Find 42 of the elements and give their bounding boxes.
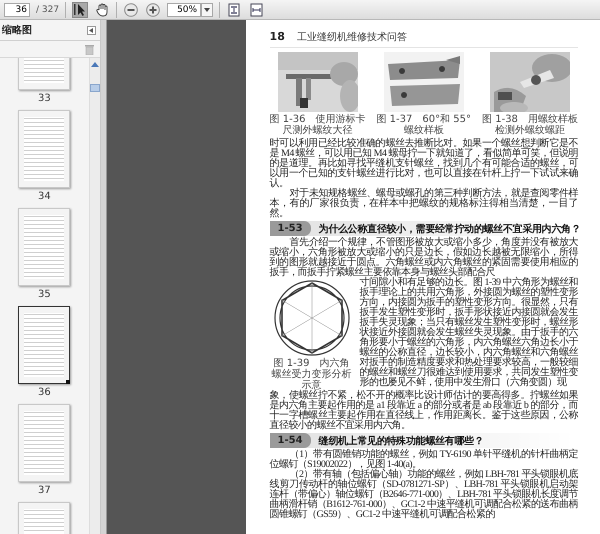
page-number: 18 — [270, 30, 285, 43]
figure-caption: 图 1-36 使用游标卡尺测外螺纹大径 — [270, 114, 366, 136]
hand-tool-button[interactable] — [94, 2, 110, 18]
zoom-out-button[interactable] — [123, 2, 140, 18]
paragraph: 首先介绍一个规律，不管图形被放大或缩小多少，角度并没有被放大或缩小，六角形被放大或缩小的只是边长，假如边长越被无限缩小，所得到的图形就越接近于圆点。六角螺丝或内六角螺丝的紧固需要使用相应的扳手，而扳手拧紧螺丝主要依靠本身与螺丝头部配合尺 — [270, 238, 578, 278]
fit-page-button[interactable] — [226, 2, 242, 18]
hand-icon — [96, 2, 109, 16]
paragraph: 寸间隙小和有足够的边长。图 1-39 中六角形为螺丝和扳手理论上的共用六角形，外接圆为螺丝的塑性变形方向，内接圆为扳手的塑性变形方向。很显然，只有扳手发生塑性变形时，扳手形状接近内接圆就会发生扳手失灵现象；当只有螺丝发生塑性变形时，螺丝形状接近外接圆就会发生螺丝失灵现象。由于扳手的六角形要小于螺丝的六角形，内六角螺丝六角边长小于螺丝的公称直径，边长较小，内六角螺丝和六角螺丝对扳手的制造精度要求和热处理要求较高，一般较细的螺丝和螺丝刀很难达到使用要求，共同发生塑性变形的也屡见不鲜，使用中发生滑口（六角变圆）现 — [360, 278, 578, 388]
section-title: 为什么公称直径较小，需要经常拧动的螺丝不宜采用内六角？ — [318, 222, 580, 236]
paragraph: （1）带有圆锥销功能的螺丝，例如 TY-6190 单针平缝机的针杆曲柄定位螺钉（S19002022），见图 1-40(a)。 — [270, 450, 578, 470]
page-label: 37 — [38, 485, 51, 496]
section-number: 1-54 — [270, 433, 311, 448]
caret-icon — [204, 8, 210, 12]
paragraph: 对于未知规格螺丝、螺母或螺孔的第三种判断方法，就是查阅零件样本，有的厂家很负责，在样本中把螺纹的规格标注得相当清楚，一目了然。 — [270, 189, 578, 219]
figure-caption: 图 1-37 60°和 55°螺纹样板 — [376, 114, 472, 136]
scroll-up-icon[interactable] — [90, 61, 99, 68]
collapse-button[interactable] — [86, 26, 96, 34]
fit-width-button[interactable] — [248, 2, 264, 18]
scroll-thumb[interactable] — [90, 84, 100, 92]
page-label: 34 — [38, 191, 51, 202]
figure-caption: 图 1-38 用螺纹样板检测外螺纹螺距 — [482, 114, 578, 136]
panel-title: 缩略图 — [2, 24, 32, 37]
scrollbar[interactable] — [88, 58, 100, 534]
running-title: 工业缝纫机维修技术问答 — [296, 30, 407, 44]
page-label: 35 — [38, 289, 51, 300]
paragraph: （2）带有轴（包括偏心轴）功能的螺丝，例如 LBH-781 平头锁眼机底线剪刀传动杆的轴位螺钉（SD-0781271-SP）、LBH-781 平头锁眼机启动架连杆（带偏心）轴位螺钉（B2646-771-000）、LBH-781 平头锁眼机长度调节曲柄滑杆销（B1612-761-000）、GC1-2 中速平缝机可调配合松紧的送布曲柄圆锥螺钉（GS59）、GC1-2 中速平缝机可调配合松紧的 — [270, 470, 578, 520]
zoom-dropdown-button[interactable] — [201, 2, 214, 16]
caret-icon — [88, 28, 94, 32]
section-title: 缝纫机上常见的特殊功能螺丝有哪些？ — [318, 434, 484, 448]
page-thumbnail[interactable] — [18, 306, 70, 384]
select-tool-icon — [74, 3, 86, 16]
page-label: 33 — [38, 93, 51, 104]
zoom-field[interactable]: 50% — [167, 2, 202, 16]
section-number: 1-53 — [270, 221, 311, 236]
paragraph: 时可以利用已经比较准确的螺丝去推断比对。如果一个螺丝想判断它是不是 M4 螺丝，可以用已知 M4 螺母拧一下就知道了，看似简单可笑，但说明的是道理。再比如寻找平缝机支针螺丝，找到几个有可能合适的螺丝，可以用一个已知的支针螺丝进行比对，也可以直接在针杆上拧一下试试来确认。 — [270, 139, 578, 189]
paragraph: 象，使螺丝拧不紧，松不开的概率比设计师估计的要高得多。拧螺丝如果是内六角主要起作用的是 a1 段靠近 a 的部分或者是 ab 段靠近 b 的部分，而十一字槽螺丝主要起作用在直径线上，作用距离长。鉴于这些原因，公称直径较小的螺丝不宜采用内六角。 — [270, 391, 578, 431]
select-tool-button[interactable] — [72, 2, 88, 18]
page-number-field[interactable]: 36 — [4, 2, 30, 16]
page-count: / 327 — [36, 4, 60, 14]
page-label: 36 — [38, 387, 51, 398]
figure-caption: 图 1-39 内六角螺丝受力变形分析示意 — [272, 358, 353, 391]
zoom-in-button[interactable] — [145, 2, 162, 18]
